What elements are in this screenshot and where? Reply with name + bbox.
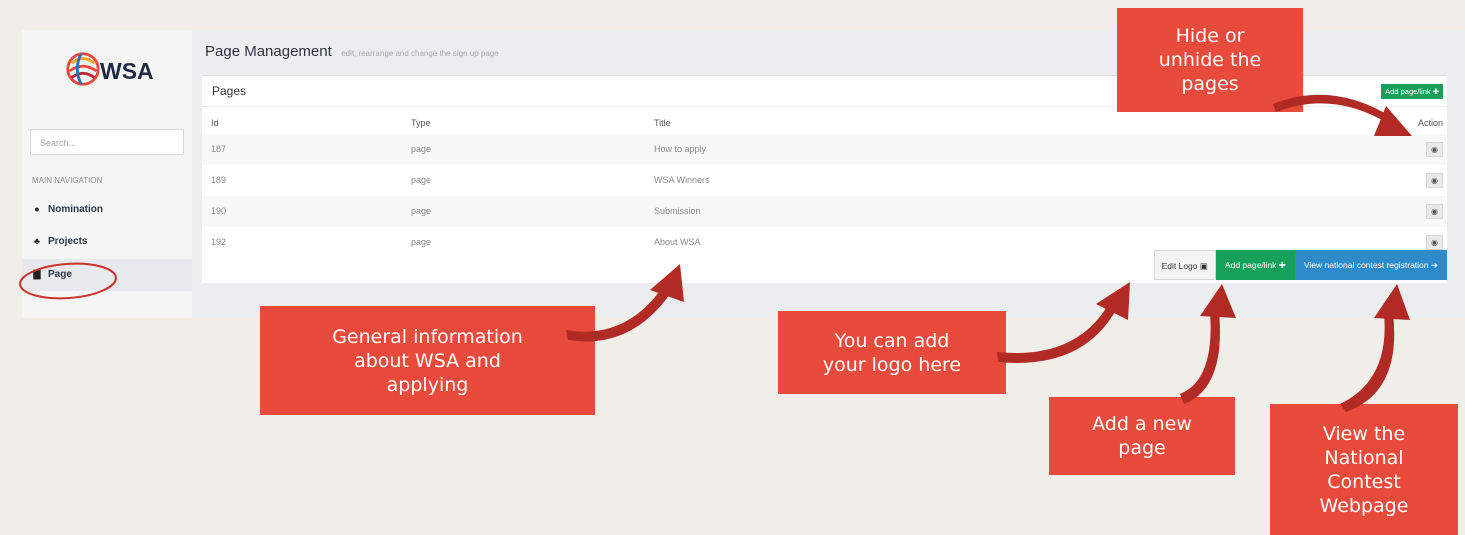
row-id: 189 [211,175,227,185]
table-row: 190 page Submission ◉ [202,196,1447,227]
panel-title: Pages [212,84,247,98]
row-type: page [411,144,432,154]
callout-line: applying [386,373,469,396]
row-title: How to apply [654,144,707,154]
callout-line: You can add [834,329,950,352]
eye-icon[interactable]: ◉ [1426,235,1443,250]
callout-line: your logo here [822,353,962,376]
row-type: page [411,237,432,247]
add-page-button-top[interactable]: Add page/link ✚ [1381,84,1443,99]
sidebar: WSA Search... MAIN NAVIGATION ● Nominatio… [22,30,192,318]
table-header: Id Type Title Action [202,114,1447,132]
sitemap-icon: ♣ [34,236,40,246]
file-icon: ▇ [33,269,41,279]
callout-add-page: Add a new page [1049,397,1235,475]
row-id: 190 [211,206,227,216]
callout-view-contest: View the National Contest Webpage [1270,404,1458,535]
callout-line: page [1118,437,1166,459]
column-header-title: Title [654,118,671,128]
callout-line: Webpage [1319,494,1409,517]
row-type: page [411,175,432,185]
row-title: Submission [654,206,701,216]
nav-header: MAIN NAVIGATION [32,176,103,185]
edit-logo-button[interactable]: Edit Logo ▣ [1153,250,1216,280]
eye-icon[interactable]: ◉ [1426,173,1443,188]
callout-line: General information [332,325,523,348]
callout-line: pages [1181,73,1239,95]
image-icon: ▣ [1199,261,1208,271]
row-title: About WSA [654,237,701,247]
edit-logo-label: Edit Logo [1161,261,1198,271]
column-header-id: Id [211,118,219,128]
table-row: 189 page WSA Winners ◉ [202,165,1447,196]
sidebar-item-projects[interactable]: ♣ Projects [22,226,192,258]
row-type: page [411,206,432,216]
callout-line: unhide the [1158,49,1262,71]
eye-icon[interactable]: ◉ [1426,142,1443,157]
callout-general-info: General information about WSA and applyi… [260,306,595,415]
callout-line: Contest [1327,470,1401,493]
search-input[interactable]: Search... [30,129,184,155]
sidebar-item-label: Page [48,269,72,280]
view-national-contest-button[interactable]: View national contest registration ➔ [1294,250,1447,280]
add-page-button[interactable]: Add page/link ✚ [1215,250,1295,280]
eye-icon[interactable]: ◉ [1426,204,1443,219]
globe-icon [66,52,100,86]
table-row: 187 page How to apply ◉ [202,134,1447,165]
row-id: 187 [211,144,227,154]
callout-line: about WSA and [354,349,501,372]
wsa-logo: WSA [64,50,174,92]
callout-add-logo: You can add your logo here [778,311,1006,394]
column-header-action: Action [1417,118,1443,128]
callout-line: National [1324,446,1404,469]
circle-icon: ● [34,204,40,214]
row-title: WSA Winners [654,175,710,185]
callout-line: View the [1322,422,1406,445]
callout-line: Add a new [1092,413,1192,435]
footer-buttons: Edit Logo ▣ Add page/link ✚ View nationa… [1153,250,1447,280]
column-header-type: Type [411,118,431,128]
sidebar-item-label: Projects [48,236,88,247]
page-title: Page Management [205,43,332,60]
row-id: 192 [211,237,227,247]
logo-text: WSA [100,58,154,84]
page-subtitle: edit, rearrange and change the sign up p… [341,49,499,58]
sidebar-item-nomination[interactable]: ● Nomination [22,194,192,226]
sidebar-item-page[interactable]: ▇ Page [22,259,192,291]
sidebar-item-label: Nomination [48,204,103,215]
callout-line: Hide or [1175,25,1245,47]
page-heading: Page Management edit, rearrange and chan… [205,43,499,61]
callout-hide-pages: Hide or unhide the pages [1117,8,1303,112]
